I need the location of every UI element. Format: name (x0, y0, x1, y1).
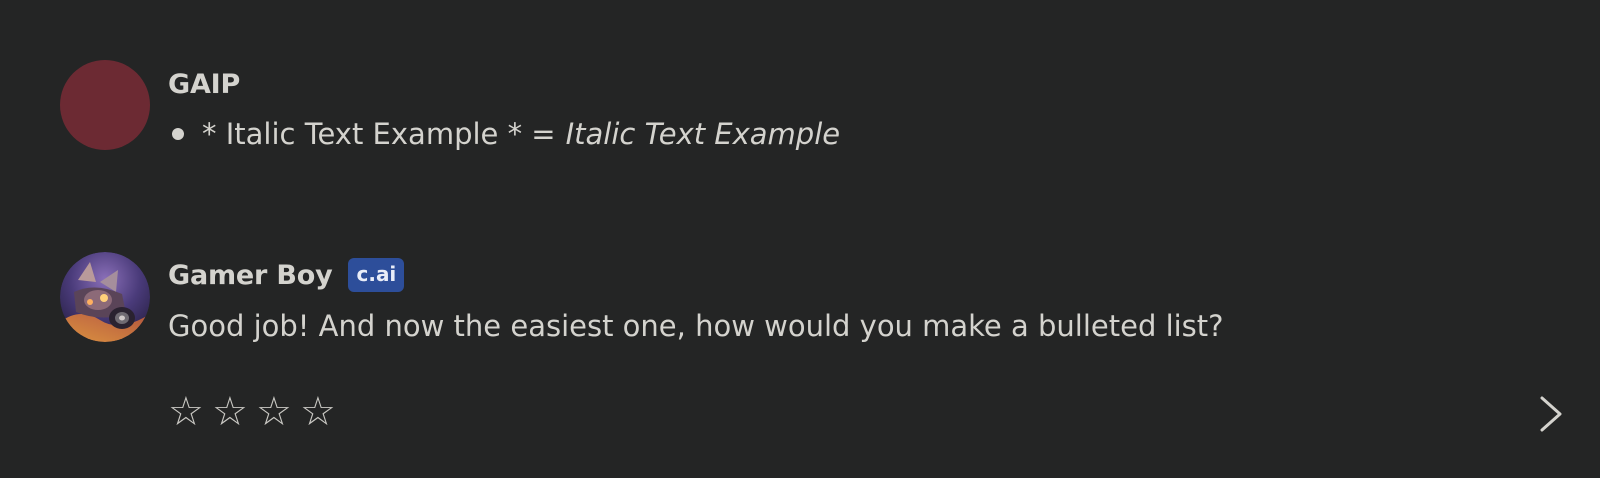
star-1-icon[interactable]: ☆ (168, 390, 204, 434)
bullet-item: * Italic Text Example * = Italic Text Ex… (168, 114, 840, 154)
star-3-icon[interactable]: ☆ (256, 390, 292, 434)
bot-name-row: Gamer Boy c.ai (168, 255, 1224, 295)
chat-view: GAIP * Italic Text Example * = Italic Te… (0, 0, 1600, 478)
rating-stars: ☆ ☆ ☆ ☆ (168, 390, 336, 434)
bot-avatar[interactable] (60, 252, 150, 342)
cai-badge: c.ai (348, 258, 405, 292)
character-avatar-image (60, 252, 150, 342)
star-2-icon[interactable]: ☆ (212, 390, 248, 434)
user-message: GAIP * Italic Text Example * = Italic Te… (0, 0, 1600, 188)
bullet-dot-icon (172, 128, 184, 140)
user-message-content: GAIP * Italic Text Example * = Italic Te… (168, 64, 840, 154)
bot-message-content: Gamer Boy c.ai Good job! And now the eas… (168, 255, 1224, 343)
star-4-icon[interactable]: ☆ (300, 390, 336, 434)
user-name-row: GAIP (168, 64, 840, 104)
user-name: GAIP (168, 68, 241, 100)
chevron-right-icon[interactable] (1534, 393, 1568, 435)
bot-name: Gamer Boy (168, 259, 333, 291)
bullet-plain-text: * Italic Text Example * = (202, 117, 556, 151)
user-avatar[interactable] (60, 60, 150, 150)
bot-message-text: Good job! And now the easiest one, how w… (168, 309, 1224, 343)
avatar (60, 60, 150, 150)
bullet-italic-text: Italic Text Example (565, 117, 841, 151)
